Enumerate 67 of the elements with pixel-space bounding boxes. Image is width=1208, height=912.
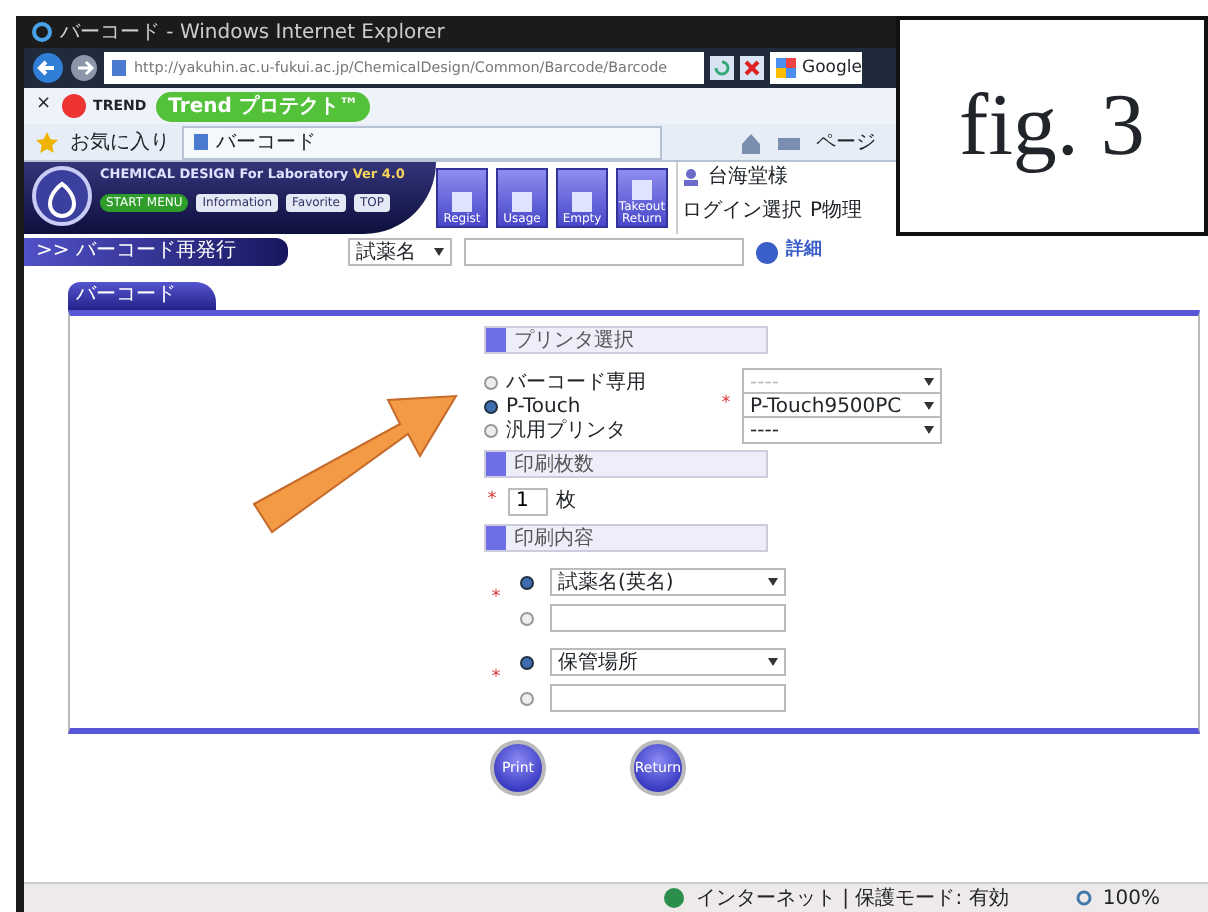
radio-button[interactable] (520, 691, 534, 705)
search-field-select[interactable]: 試薬名 (348, 238, 452, 266)
logo-icon (32, 166, 92, 226)
text-field[interactable] (550, 684, 786, 712)
browser-logo-icon (32, 22, 52, 42)
radio-button[interactable] (520, 575, 534, 589)
section-heading: 印刷内容 (484, 524, 768, 552)
dropdown[interactable]: 試薬名(英名) (550, 568, 786, 596)
radio-button[interactable] (484, 423, 498, 437)
required-mark: * (719, 392, 733, 419)
user-icon (682, 168, 700, 186)
copies-field[interactable]: 1 (508, 487, 548, 515)
caret-icon (434, 248, 444, 256)
section-icon (486, 526, 506, 550)
brand-logo-icon (61, 94, 86, 118)
tool-icon (628, 178, 656, 202)
figure-label: fig. 3 (896, 16, 1208, 236)
browser-tab[interactable]: バーコード (182, 125, 662, 159)
group-select[interactable]: P物理 (810, 196, 863, 226)
caret-icon (924, 402, 934, 410)
close-toolbar-button[interactable]: × (36, 92, 52, 120)
section-icon (486, 452, 506, 476)
required-mark: * (489, 586, 503, 613)
panel-tab[interactable]: バーコード (68, 282, 216, 310)
caret-icon (924, 426, 934, 434)
search-input[interactable] (464, 238, 744, 266)
user-name: 台海堂様 (708, 163, 788, 192)
radio-label: P-Touch (506, 393, 583, 419)
section-icon (486, 328, 506, 352)
refresh-icon[interactable] (710, 56, 734, 80)
radio-label: 汎用プリンタ (506, 417, 628, 445)
page-icon (110, 58, 128, 78)
radio-button[interactable] (520, 611, 534, 625)
radio-label: バーコード専用 (506, 369, 648, 396)
unit-label: 枚 (556, 487, 576, 516)
caret-icon (924, 378, 934, 386)
favorites-button[interactable]: お気に入り (70, 127, 170, 157)
window-title: バーコード - Windows Internet Explorer (60, 19, 445, 47)
required-mark: * (485, 487, 499, 514)
back-icon[interactable] (32, 52, 64, 84)
required-mark: * (489, 666, 503, 693)
caret-icon (768, 578, 778, 586)
dropdown[interactable]: ---- (742, 416, 942, 444)
section-heading: 印刷枚数 (484, 450, 768, 478)
search-field[interactable]: Google (770, 52, 862, 84)
star-icon (36, 131, 58, 153)
zoom-level[interactable]: 100% (1102, 883, 1160, 912)
breadcrumb-bar: >> バーコード再発行 (24, 238, 288, 266)
caret-icon (768, 658, 778, 666)
tool-icon (508, 190, 536, 214)
radio-button[interactable] (520, 655, 534, 669)
detail-link[interactable]: 詳細 (786, 238, 822, 266)
radio-button[interactable] (484, 399, 498, 413)
text-field[interactable] (550, 604, 786, 632)
section-heading: プリンタ選択 (484, 326, 768, 354)
page-menu[interactable]: ページ (816, 127, 876, 157)
search-engine-icon (776, 58, 796, 78)
forward-icon[interactable] (70, 54, 98, 82)
zone-status: インターネット | 保護モード: 有効 (696, 885, 1009, 912)
tool-icon (448, 190, 476, 214)
stop-icon[interactable] (740, 56, 764, 80)
page-icon (192, 132, 210, 152)
login-label: ログイン選択 (682, 198, 802, 226)
home-icon[interactable] (740, 131, 762, 153)
tool-icon (568, 190, 596, 214)
dropdown[interactable]: 保管場所 (550, 648, 786, 676)
search-engine-label: Google (802, 55, 862, 81)
